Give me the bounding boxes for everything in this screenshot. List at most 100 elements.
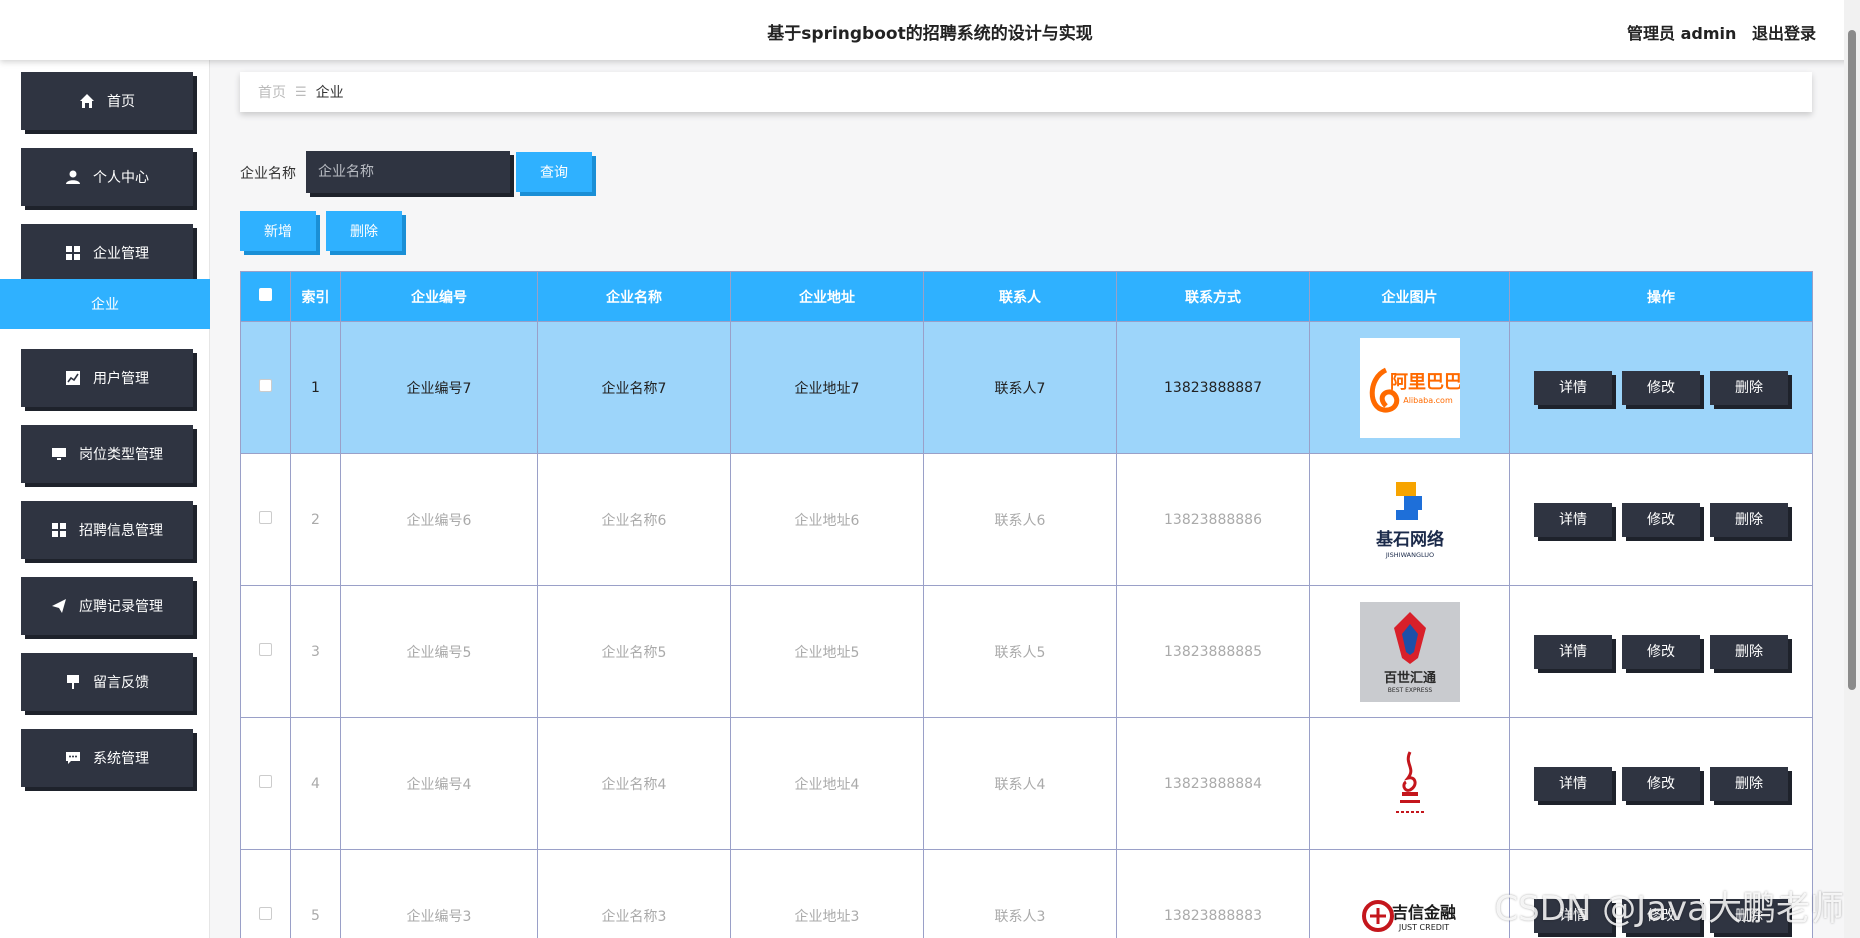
table-row[interactable]: 2 企业编号6 企业名称6 企业地址6 联系人6 13823888886 基石网… bbox=[240, 453, 1813, 586]
sidebar: 首页 个人中心 企业管理 企业 用户管理 岗位类型管理 招聘信息管理 应聘记录管… bbox=[0, 60, 210, 938]
edit-button[interactable]: 修改 bbox=[1622, 370, 1700, 405]
column-header: 企业图片 bbox=[1309, 271, 1510, 322]
add-button[interactable]: 新增 bbox=[240, 211, 316, 251]
cell-contact: 联系人6 bbox=[923, 453, 1117, 586]
logo-text: 百世汇通 bbox=[1383, 670, 1435, 686]
column-header[interactable]: 索引 bbox=[290, 271, 341, 322]
delete-button[interactable]: 删除 bbox=[1710, 766, 1788, 801]
sidebar-item-home[interactable]: 首页 bbox=[21, 72, 193, 130]
edit-button[interactable]: 修改 bbox=[1622, 766, 1700, 801]
delete-button[interactable]: 删除 bbox=[1710, 370, 1788, 405]
table-row[interactable]: 4 企业编号4 企业名称4 企业地址4 联系人4 13823888884 详情 … bbox=[240, 717, 1813, 850]
sidebar-item-label: 岗位类型管理 bbox=[79, 447, 163, 463]
sidebar-item-label: 企业管理 bbox=[93, 246, 149, 262]
sidebar-item-system[interactable]: 系统管理 bbox=[21, 729, 193, 787]
cell-code: 企业编号5 bbox=[340, 585, 538, 718]
column-header[interactable]: 企业名称 bbox=[537, 271, 731, 322]
cell-phone: 13823888886 bbox=[1116, 453, 1310, 586]
cell-phone: 13823888887 bbox=[1116, 321, 1310, 454]
cell-contact: 联系人4 bbox=[923, 717, 1117, 850]
main-content: 首页 ☰ 企业 企业名称 查询 新增 删除 索引 企业编号 企业名称 企业地址 … bbox=[210, 60, 1860, 938]
send-icon bbox=[51, 598, 67, 614]
sidebar-item-profile[interactable]: 个人中心 bbox=[21, 148, 193, 206]
monitor-icon bbox=[51, 446, 67, 462]
cell-name: 企业名称6 bbox=[537, 453, 731, 586]
row-checkbox[interactable] bbox=[259, 643, 272, 656]
logo-subtext: Alibaba.com bbox=[1403, 396, 1453, 405]
table-header-row: 索引 企业编号 企业名称 企业地址 联系人 联系方式 企业图片 操作 bbox=[240, 271, 1813, 322]
column-header[interactable]: 企业地址 bbox=[730, 271, 924, 322]
sidebar-item-label: 用户管理 bbox=[93, 371, 149, 387]
table-row[interactable]: 1 企业编号7 企业名称7 企业地址7 联系人7 13823888887 阿里巴… bbox=[240, 321, 1813, 454]
cell-contact: 联系人3 bbox=[923, 849, 1117, 938]
delete-button[interactable]: 删除 bbox=[1710, 634, 1788, 669]
breadcrumb-home[interactable]: 首页 bbox=[258, 82, 286, 102]
cell-phone: 13823888885 bbox=[1116, 585, 1310, 718]
logo-text: 吉信金融 bbox=[1391, 903, 1455, 922]
logo-text: 基石网络 bbox=[1375, 529, 1444, 550]
cell-code: 企业编号4 bbox=[340, 717, 538, 850]
breadcrumb: 首页 ☰ 企业 bbox=[240, 72, 1812, 112]
cell-index: 3 bbox=[290, 585, 341, 718]
edit-button[interactable]: 修改 bbox=[1622, 634, 1700, 669]
grid-icon bbox=[51, 522, 67, 538]
row-checkbox[interactable] bbox=[259, 907, 272, 920]
column-header[interactable]: 企业编号 bbox=[340, 271, 538, 322]
sidebar-item-recruit-info[interactable]: 招聘信息管理 bbox=[21, 501, 193, 559]
cell-contact: 联系人5 bbox=[923, 585, 1117, 718]
detail-button[interactable]: 详情 bbox=[1534, 634, 1612, 669]
row-checkbox[interactable] bbox=[259, 511, 272, 524]
delete-button[interactable]: 删除 bbox=[1710, 502, 1788, 537]
sidebar-subitem-company[interactable]: 企业 bbox=[0, 279, 210, 329]
cell-phone: 13823888883 bbox=[1116, 849, 1310, 938]
row-checkbox[interactable] bbox=[259, 775, 272, 788]
home-icon bbox=[79, 93, 95, 109]
breadcrumb-current: 企业 bbox=[315, 85, 344, 101]
admin-label: 管理员 admin bbox=[1627, 24, 1737, 43]
best-express-logo: 百世汇通 BEST EXPRESS bbox=[1359, 601, 1460, 702]
batch-delete-button[interactable]: 删除 bbox=[326, 211, 402, 251]
logout-link[interactable]: 退出登录 bbox=[1752, 24, 1816, 43]
logo-subtext: JISHIWANGLUO bbox=[1384, 551, 1433, 559]
jishi-logo: 基石网络 JISHIWANGLUO bbox=[1359, 469, 1460, 570]
cell-address: 企业地址7 bbox=[730, 321, 924, 454]
watermark: CSDN @Java大鹏老师 bbox=[1494, 889, 1844, 929]
sidebar-item-label: 应聘记录管理 bbox=[79, 599, 163, 615]
chat-icon bbox=[65, 750, 81, 766]
red-brush-logo bbox=[1359, 733, 1460, 834]
row-checkbox[interactable] bbox=[259, 379, 272, 392]
cell-phone: 13823888884 bbox=[1116, 717, 1310, 850]
edit-button[interactable]: 修改 bbox=[1622, 502, 1700, 537]
detail-button[interactable]: 详情 bbox=[1534, 370, 1612, 405]
scrollbar-thumb[interactable] bbox=[1848, 30, 1856, 690]
cell-contact: 联系人7 bbox=[923, 321, 1117, 454]
cell-code: 企业编号6 bbox=[340, 453, 538, 586]
sidebar-item-user-management[interactable]: 用户管理 bbox=[21, 349, 193, 407]
column-header[interactable]: 联系人 bbox=[923, 271, 1117, 322]
column-header[interactable]: 联系方式 bbox=[1116, 271, 1310, 322]
table-row[interactable]: 3 企业编号5 企业名称5 企业地址5 联系人5 13823888885 百世汇… bbox=[240, 585, 1813, 718]
query-button[interactable]: 查询 bbox=[516, 152, 592, 192]
sidebar-item-job-type[interactable]: 岗位类型管理 bbox=[21, 425, 193, 483]
chart-icon bbox=[65, 370, 81, 386]
grid-icon bbox=[65, 245, 81, 261]
detail-button[interactable]: 详情 bbox=[1534, 766, 1612, 801]
top-header: 基于springboot的招聘系统的设计与实现 管理员 admin 退出登录 bbox=[0, 0, 1860, 60]
sidebar-item-company-management[interactable]: 企业管理 bbox=[21, 224, 193, 282]
cell-name: 企业名称5 bbox=[537, 585, 731, 718]
sidebar-item-feedback[interactable]: 留言反馈 bbox=[21, 653, 193, 711]
user-icon bbox=[65, 169, 81, 185]
cell-ops: 详情 修改 删除 bbox=[1509, 321, 1813, 454]
select-all-checkbox[interactable] bbox=[259, 288, 272, 301]
cell-name: 企业名称3 bbox=[537, 849, 731, 938]
cell-name: 企业名称7 bbox=[537, 321, 731, 454]
alibaba-logo: 阿里巴巴 Alibaba.com bbox=[1359, 337, 1462, 438]
company-table: 索引 企业编号 企业名称 企业地址 联系人 联系方式 企业图片 操作 1 企业编… bbox=[240, 271, 1813, 938]
page-scrollbar[interactable] bbox=[1844, 0, 1860, 938]
sign-icon bbox=[65, 674, 81, 690]
company-name-search-input[interactable] bbox=[306, 151, 510, 193]
sidebar-item-label: 招聘信息管理 bbox=[79, 523, 163, 539]
detail-button[interactable]: 详情 bbox=[1534, 502, 1612, 537]
cell-address: 企业地址3 bbox=[730, 849, 924, 938]
sidebar-item-application[interactable]: 应聘记录管理 bbox=[21, 577, 193, 635]
